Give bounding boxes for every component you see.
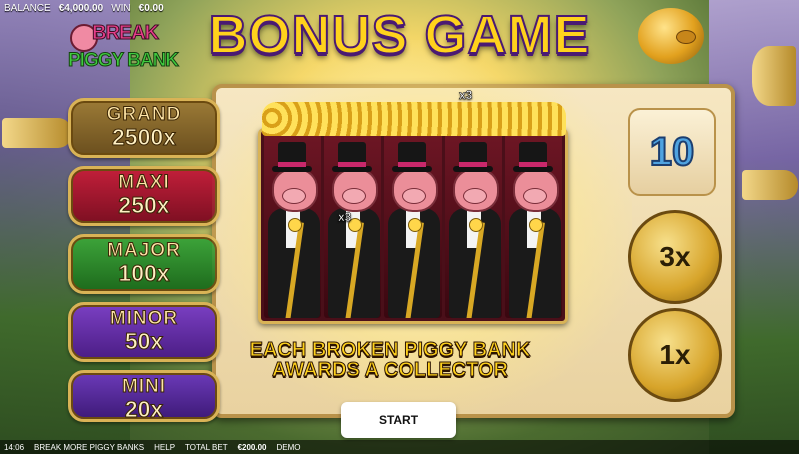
- trumpet-right-icon: [742, 170, 798, 200]
- multiplier-label: x3: [338, 210, 352, 225]
- help-link[interactable]: HELP: [154, 443, 175, 452]
- message-line-1: EACH BROKEN PIGGY BANK: [249, 339, 531, 361]
- jackpot-major: MAJOR 100x: [68, 234, 220, 294]
- total-bet-value: €200.00: [237, 442, 267, 452]
- game-name: BREAK MORE PIGGY BANKS: [34, 442, 145, 452]
- pig-symbol: [384, 134, 442, 318]
- trumpet-left-icon: [2, 118, 72, 148]
- win-value: €0.00: [138, 2, 164, 14]
- jackpot-value: 100x: [118, 260, 170, 286]
- bonus-message: EACH BROKEN PIGGY BANK AWARDS A COLLECTO…: [200, 339, 580, 381]
- pig-symbol: [504, 134, 563, 318]
- pig-symbol: [264, 134, 322, 318]
- piggy-bank-reel: [258, 128, 568, 324]
- balance-value: €4,000.00: [58, 2, 104, 14]
- jackpot-minor: MINOR 50x: [68, 302, 220, 362]
- top-status-bar: BALANCE €4,000.00 WIN €0.00: [0, 0, 164, 16]
- jackpot-name: MAXI: [118, 172, 170, 193]
- gold-coins-pile: [262, 102, 566, 136]
- jackpot-value: 2500x: [112, 124, 177, 150]
- jackpot-name: GRAND: [106, 104, 182, 125]
- multiplier-label: x3: [459, 88, 473, 103]
- jackpot-grand: GRAND 2500x: [68, 98, 220, 158]
- pig-symbol: [324, 134, 382, 318]
- balance-label: BALANCE: [4, 2, 51, 14]
- bottom-status-bar: 14:06 BREAK MORE PIGGY BANKS HELP TOTAL …: [0, 440, 799, 454]
- jackpot-mini: MINI 20x: [68, 370, 220, 422]
- jackpot-panel: GRAND 2500x MAXI 250x MAJOR 100x MINOR 5…: [68, 98, 220, 430]
- mode-label: DEMO: [276, 442, 301, 452]
- pig-symbol: [444, 134, 502, 318]
- jackpot-name: MINOR: [109, 308, 179, 329]
- jackpot-value: 250x: [118, 192, 170, 218]
- jackpot-value: 20x: [124, 396, 164, 422]
- jackpot-maxi: MAXI 250x: [68, 166, 220, 226]
- jackpot-value: 50x: [124, 328, 164, 354]
- jackpot-name: MINI: [121, 376, 167, 397]
- jackpot-name: MAJOR: [107, 240, 181, 261]
- collector-coin: 1x: [628, 308, 722, 402]
- start-button[interactable]: START: [341, 402, 456, 438]
- value-tile: 10: [628, 108, 716, 196]
- total-bet-label: TOTAL BET: [185, 442, 228, 452]
- collector-coin: 3x: [628, 210, 722, 304]
- win-label: WIN: [111, 2, 131, 14]
- message-line-2: AWARDS A COLLECTOR: [272, 359, 509, 381]
- clock: 14:06: [4, 442, 25, 452]
